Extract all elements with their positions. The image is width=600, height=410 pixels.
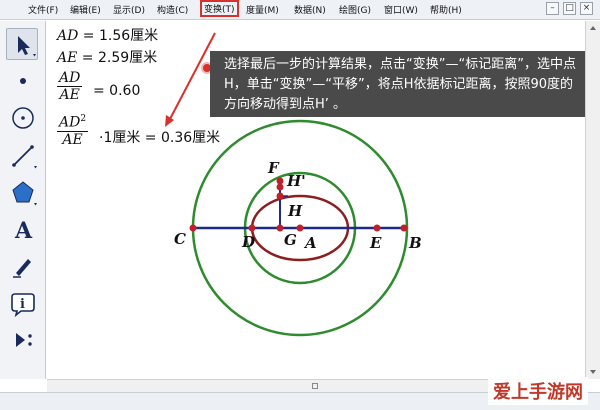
label-h-prime: H' bbox=[287, 172, 306, 190]
menu-transform[interactable]: 变换(T) bbox=[200, 0, 239, 17]
label-a: A bbox=[305, 234, 317, 252]
label-g: G bbox=[284, 231, 297, 249]
arrow-select-tool[interactable] bbox=[6, 28, 38, 60]
play-dots-icon bbox=[16, 333, 32, 347]
vertical-scroll-arrows bbox=[590, 26, 596, 374]
vertical-scrollbar[interactable] bbox=[585, 21, 600, 379]
menu-data[interactable]: 数据(N) bbox=[294, 3, 326, 16]
label-b: B bbox=[409, 234, 422, 252]
menu-graph[interactable]: 绘图(G) bbox=[339, 3, 371, 16]
text-tool[interactable]: A bbox=[6, 212, 38, 244]
label-h: H bbox=[288, 202, 303, 220]
straightedge-tool[interactable] bbox=[6, 138, 38, 170]
watermark-logo: 爱上手游网 bbox=[488, 377, 588, 405]
sketchpad-window: 文件(F) 编辑(E) 显示(D) 构造(C) 变换(T) 度量(M) 数据(N… bbox=[0, 0, 600, 410]
menu-measure[interactable]: 度量(M) bbox=[246, 3, 279, 16]
circle-icon bbox=[12, 107, 34, 129]
label-e: E bbox=[370, 234, 382, 252]
menu-bar: 文件(F) 编辑(E) 显示(D) 构造(C) 变换(T) 度量(M) 数据(N… bbox=[0, 0, 600, 20]
label-f: F bbox=[268, 159, 279, 177]
menu-help[interactable]: 帮助(H) bbox=[430, 3, 462, 16]
point-icon bbox=[20, 78, 26, 84]
polygon-icon bbox=[12, 181, 37, 206]
information-tool[interactable]: i bbox=[6, 286, 38, 318]
scroll-up-icon bbox=[590, 26, 596, 30]
close-button[interactable]: × bbox=[580, 2, 593, 15]
info-icon: i bbox=[11, 293, 35, 318]
svg-text:i: i bbox=[20, 297, 25, 312]
label-d: D bbox=[242, 233, 256, 251]
point-tool[interactable] bbox=[6, 64, 38, 96]
custom-tool[interactable] bbox=[6, 323, 38, 355]
text-a-icon: A bbox=[14, 218, 33, 244]
maximize-button[interactable]: □ bbox=[563, 2, 576, 15]
menu-window[interactable]: 窗口(W) bbox=[384, 3, 418, 16]
menu-display[interactable]: 显示(D) bbox=[113, 3, 145, 16]
svg-text:A: A bbox=[14, 218, 33, 244]
minimize-button[interactable]: – bbox=[546, 2, 559, 15]
marker-tool[interactable] bbox=[6, 249, 38, 281]
arrow-icon bbox=[18, 36, 36, 57]
scroll-down-icon bbox=[590, 370, 596, 374]
label-c: C bbox=[174, 230, 186, 248]
segment-icon bbox=[12, 145, 37, 169]
marker-pen-icon bbox=[13, 259, 31, 278]
compass-tool[interactable] bbox=[6, 101, 38, 133]
menu-construct[interactable]: 构造(C) bbox=[157, 3, 188, 16]
menu-edit[interactable]: 编辑(E) bbox=[70, 3, 101, 16]
polygon-tool[interactable] bbox=[6, 175, 38, 207]
scroll-thumb[interactable] bbox=[312, 383, 318, 389]
menu-file[interactable]: 文件(F) bbox=[28, 3, 58, 16]
instruction-callout: 选择最后一步的计算结果，点击“变换”—“标记距离”，选中点H，单击“变换”—“平… bbox=[210, 51, 585, 117]
toolbox: A i bbox=[0, 21, 46, 379]
